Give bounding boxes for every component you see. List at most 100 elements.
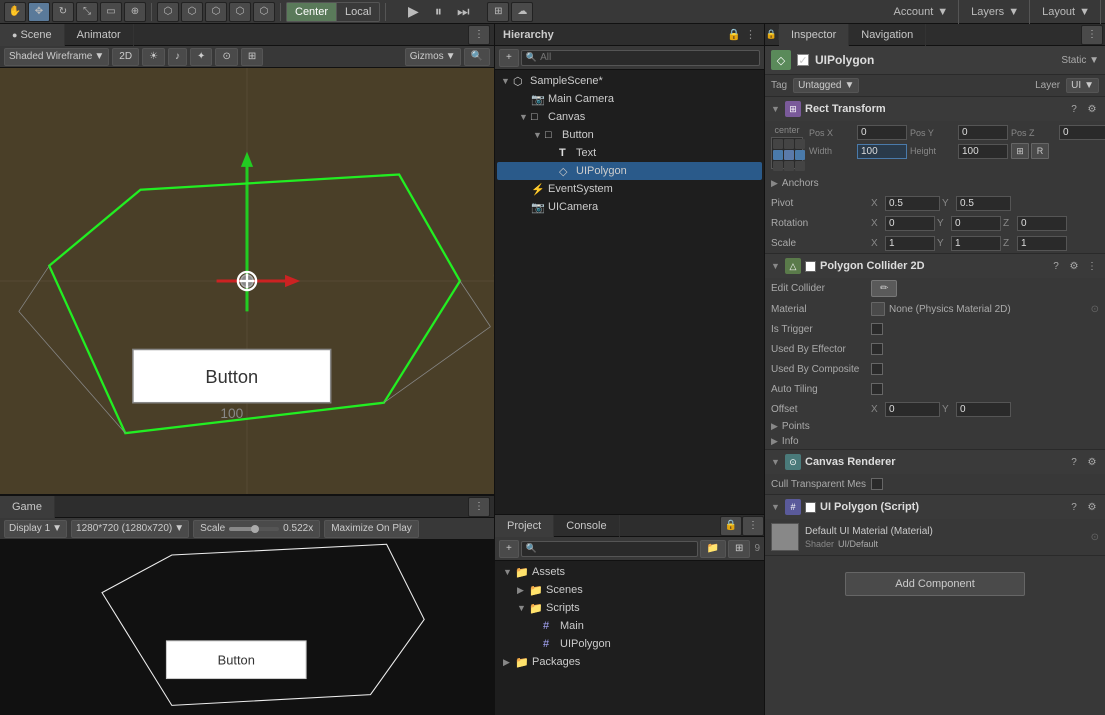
hidden-btn[interactable]: ⊙ xyxy=(215,48,237,66)
used-by-effector-checkbox[interactable] xyxy=(871,343,883,355)
hierarchy-add-btn[interactable]: + xyxy=(499,49,519,67)
account-tab[interactable]: Account ▼ xyxy=(884,0,960,24)
tool-extra-1[interactable]: ⬡ xyxy=(157,2,179,22)
maximize-on-play-btn[interactable]: Maximize On Play xyxy=(324,520,419,538)
pos-z-input[interactable] xyxy=(1059,125,1105,140)
list-item[interactable]: ▶ 📁 Scenes xyxy=(499,581,760,599)
scene-more-btn[interactable]: ⋮ xyxy=(468,25,490,45)
search-scene-btn[interactable]: 🔍 xyxy=(464,48,490,66)
shading-dropdown[interactable]: Shaded Wireframe ▼ xyxy=(4,48,109,66)
project-grid-btn[interactable]: ⊞ xyxy=(728,540,750,558)
tab-scene[interactable]: ● Scene xyxy=(0,24,65,46)
tool-extra-4[interactable]: ⬡ xyxy=(229,2,251,22)
local-btn[interactable]: Local xyxy=(337,3,379,21)
pivot-cell-tc[interactable] xyxy=(784,139,794,149)
collab-tool[interactable]: ⊞ xyxy=(487,2,509,22)
tool-extra-2[interactable]: ⬡ xyxy=(181,2,203,22)
poly-collider-more-btn[interactable]: ⋮ xyxy=(1085,259,1099,273)
list-item[interactable]: # Main xyxy=(499,617,760,635)
info-row[interactable]: ▶ Info xyxy=(765,434,1105,449)
step-button[interactable]: ⏭ xyxy=(451,2,475,22)
list-item[interactable]: ◇ UIPolygon xyxy=(497,162,762,180)
resolution-dropdown[interactable]: 1280*720 (1280x720) ▼ xyxy=(71,520,189,538)
move-tool[interactable]: ✥ xyxy=(28,2,50,22)
hierarchy-more-icon[interactable]: ⋮ xyxy=(745,28,756,41)
ui-polygon-script-header[interactable]: ▼ # UI Polygon (Script) ? ⚙ xyxy=(765,495,1105,519)
material-target-icon[interactable]: ⊙ xyxy=(1091,304,1099,315)
canvas-renderer-settings-btn[interactable]: ⚙ xyxy=(1085,455,1099,469)
add-component-button[interactable]: Add Component xyxy=(845,572,1025,596)
project-folder-btn[interactable]: 📁 xyxy=(700,540,726,558)
canvas-renderer-header[interactable]: ▼ ⊙ Canvas Renderer ? ⚙ xyxy=(765,450,1105,474)
layout-tab[interactable]: Layout ▼ xyxy=(1032,0,1101,24)
list-item[interactable]: ▼ □ Canvas xyxy=(497,108,762,126)
transform-tool[interactable]: ⊕ xyxy=(124,2,146,22)
ui-polygon-script-checkbox[interactable] xyxy=(805,502,816,513)
tag-dropdown[interactable]: Untagged ▼ xyxy=(793,78,859,93)
tab-game[interactable]: Game xyxy=(0,496,55,518)
list-item[interactable]: ▼ ⬡ SampleScene* xyxy=(497,72,762,90)
pos-x-input[interactable] xyxy=(857,125,907,140)
anchors-collapse-btn[interactable]: ▶ Anchors xyxy=(771,178,1099,189)
pivot-cell-mc[interactable] xyxy=(784,150,794,160)
list-item[interactable]: ▼ □ Button xyxy=(497,126,762,144)
project-lock-btn[interactable]: 🔒 xyxy=(720,516,742,536)
rect-transform-help-btn[interactable]: ? xyxy=(1067,102,1081,116)
offset-x-input[interactable] xyxy=(885,402,940,417)
tab-inspector[interactable]: Inspector xyxy=(779,24,849,46)
cloud-tool[interactable]: ☁ xyxy=(511,2,533,22)
tab-navigation[interactable]: Navigation xyxy=(849,24,926,46)
scale-z-input[interactable] xyxy=(1017,236,1067,251)
list-item[interactable]: ▼ 📁 Assets xyxy=(499,563,760,581)
2d-btn[interactable]: 2D xyxy=(112,48,139,66)
edit-collider-button[interactable]: ✏ xyxy=(871,280,897,297)
rect-transform-header[interactable]: ▼ ⊞ Rect Transform ? ⚙ xyxy=(765,97,1105,121)
tab-console[interactable]: Console xyxy=(554,515,619,537)
audio-btn[interactable]: ♪ xyxy=(168,48,187,66)
canvas-renderer-help-btn[interactable]: ? xyxy=(1067,455,1081,469)
cull-transparent-checkbox[interactable] xyxy=(871,478,883,490)
obj-active-checkbox[interactable]: ✓ xyxy=(797,54,809,66)
auto-tiling-checkbox[interactable] xyxy=(871,383,883,395)
pause-button[interactable]: ⏸ xyxy=(426,2,450,22)
layer-dropdown[interactable]: UI ▼ xyxy=(1066,78,1099,93)
pivot-cell-bl[interactable] xyxy=(773,161,783,171)
pivot-cell-mr[interactable] xyxy=(795,150,805,160)
pivot-cell-tr[interactable] xyxy=(795,139,805,149)
inspector-lock-icon[interactable]: 🔒 xyxy=(766,29,777,40)
hierarchy-lock-icon[interactable]: 🔒 xyxy=(727,28,741,41)
vfx-btn[interactable]: ✦ xyxy=(190,48,212,66)
list-item[interactable]: ▼ 📁 Scripts xyxy=(499,599,760,617)
display-dropdown[interactable]: Display 1 ▼ xyxy=(4,520,67,538)
tool-extra-5[interactable]: ⬡ xyxy=(253,2,275,22)
points-row[interactable]: ▶ Points xyxy=(765,419,1105,434)
list-item[interactable]: ⚡ EventSystem xyxy=(497,180,762,198)
pos-y-input[interactable] xyxy=(958,125,1008,140)
pivot-widget[interactable] xyxy=(771,137,803,169)
pivot-cell-br[interactable] xyxy=(795,161,805,171)
rotate-tool[interactable]: ↻ xyxy=(52,2,74,22)
offset-y-input[interactable] xyxy=(956,402,1011,417)
wh-expand-btn[interactable]: R xyxy=(1031,143,1049,159)
list-item[interactable]: 📷 UICamera xyxy=(497,198,762,216)
rot-z-input[interactable] xyxy=(1017,216,1067,231)
poly-collider-settings-btn[interactable]: ⚙ xyxy=(1067,259,1081,273)
grid-btn[interactable]: ⊞ xyxy=(241,48,263,66)
pivot-cell-bc[interactable] xyxy=(784,161,794,171)
pivot-cell-ml[interactable] xyxy=(773,150,783,160)
tool-extra-3[interactable]: ⬡ xyxy=(205,2,227,22)
ui-polygon-script-help-btn[interactable]: ? xyxy=(1067,500,1081,514)
scale-y-input[interactable] xyxy=(951,236,1001,251)
rot-y-input[interactable] xyxy=(951,216,1001,231)
inspector-more-btn[interactable]: ⋮ xyxy=(1081,25,1103,45)
wh-link-btn[interactable]: ⊞ xyxy=(1011,143,1029,159)
list-item[interactable]: ▶ 📁 Packages xyxy=(499,653,760,671)
height-input[interactable] xyxy=(958,144,1008,159)
pivot-cell-tl[interactable] xyxy=(773,139,783,149)
pivot-y-input[interactable] xyxy=(956,196,1011,211)
rect-tool[interactable]: ▭ xyxy=(100,2,122,22)
rect-transform-settings-btn[interactable]: ⚙ xyxy=(1085,102,1099,116)
project-add-btn[interactable]: + xyxy=(499,540,519,558)
tab-animator[interactable]: Animator xyxy=(65,24,134,46)
center-btn[interactable]: Center xyxy=(287,3,337,21)
